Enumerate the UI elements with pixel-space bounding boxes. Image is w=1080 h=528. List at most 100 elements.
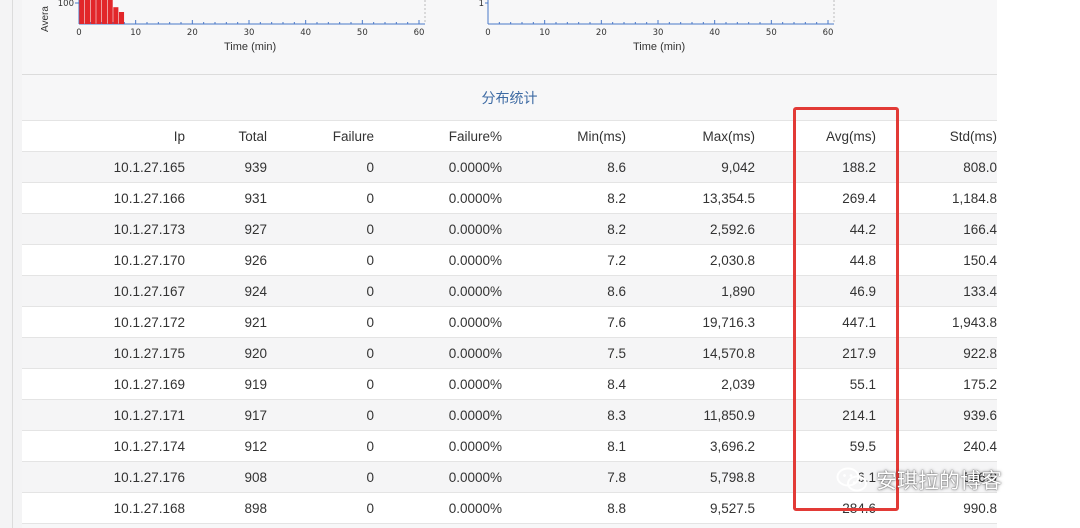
- cell-std: 1,184.8: [876, 182, 997, 214]
- cell-max: 2,030.8: [626, 244, 755, 276]
- table-header-row: Ip Total Failure Failure% Min(ms) Max(ms…: [22, 120, 997, 152]
- cell-failure: 0: [267, 213, 374, 245]
- cell-min: 7.8: [502, 461, 626, 493]
- cell-max: 9,527.5: [626, 492, 755, 524]
- cell-failure-percent: 0.0000%: [374, 244, 502, 276]
- cell-min: 8.8: [502, 492, 626, 524]
- cell-failure: 0: [267, 182, 374, 214]
- chart1-x-tick-label: 20: [187, 28, 198, 38]
- header-std[interactable]: Std(ms): [876, 120, 997, 152]
- cell-ip: 10.1.27.166: [22, 182, 185, 214]
- wechat-icon: [836, 467, 867, 492]
- cell-failure-percent: 0.0000%: [374, 461, 502, 493]
- left-divider: [12, 0, 13, 528]
- cell-failure: 0: [267, 399, 374, 431]
- header-failure-percent[interactable]: Failure%: [374, 120, 502, 152]
- cell-avg: 59.5: [755, 430, 876, 462]
- table-row: 10.1.27.174 912 0 0.0000% 8.1 3,696.2 59.5 240.…: [22, 430, 997, 462]
- cell-total: 920: [185, 337, 267, 369]
- table-row: 10.1.27.167 924 0 0.0000% 8.6 1,890 46.9 133.4: [22, 275, 997, 307]
- chart2-x-tick-label: 20: [596, 28, 607, 38]
- cell-min: 8.1: [502, 430, 626, 462]
- cell-failure: 0: [267, 430, 374, 462]
- cell-min: 8.2: [502, 182, 626, 214]
- cell-total: 908: [185, 461, 267, 493]
- chart2-x-tick-label: 60: [823, 28, 834, 38]
- chart1-x-tick-label: 40: [300, 28, 311, 38]
- cell-avg: 55.1: [755, 368, 876, 400]
- cell-failure-percent: 0.0000%: [374, 368, 502, 400]
- chart1-minor-ticks: [78, 20, 420, 24]
- cell-max: 11,850.9: [626, 399, 755, 431]
- cell-ip: 10.1.27.165: [22, 151, 185, 183]
- chart2-x-tick-label: 0: [485, 28, 490, 38]
- cell-failure: 0: [267, 368, 374, 400]
- chart1-bar: [90, 0, 96, 24]
- cell-avg: 447.1: [755, 306, 876, 338]
- cell-std: 939.6: [876, 399, 997, 431]
- chart2-x-axis-title: Time (min): [633, 41, 686, 53]
- cell-avg: 44.2: [755, 213, 876, 245]
- cell-min: 7.6: [502, 306, 626, 338]
- cell-ip: 10.1.27.175: [22, 337, 185, 369]
- cell-failure-percent: 0.0000%: [374, 492, 502, 524]
- cell-min: 8.2: [502, 213, 626, 245]
- cell-avg: 188.2: [755, 151, 876, 183]
- cell-failure: 0: [267, 492, 374, 524]
- cell-std: 240.4: [876, 430, 997, 462]
- cell-total: 921: [185, 306, 267, 338]
- cell-std: 808.0: [876, 151, 997, 183]
- cell-min: 8.6: [502, 275, 626, 307]
- cell-failure: 0: [267, 151, 374, 183]
- table-row: 10.1.27.171 917 0 0.0000% 8.3 11,850.9 214.1 93…: [22, 399, 997, 431]
- header-total[interactable]: Total: [185, 120, 267, 152]
- cell-max: 13,354.5: [626, 182, 755, 214]
- header-max[interactable]: Max(ms): [626, 120, 755, 152]
- chart1-bar: [101, 0, 108, 24]
- section-divider: [22, 74, 997, 75]
- cell-total: 919: [185, 368, 267, 400]
- header-ip[interactable]: Ip: [22, 120, 185, 152]
- chart2-x-tick-label: 50: [766, 28, 777, 38]
- chart2-x-tick-label: 10: [539, 28, 550, 38]
- header-failure[interactable]: Failure: [267, 120, 374, 152]
- chart1-bars: [79, 0, 125, 24]
- cell-failure: 0: [267, 337, 374, 369]
- cell-failure: 0: [267, 306, 374, 338]
- chart1-plot: 100 0 10 20 30 40 50 60: [58, 0, 426, 38]
- cell-min: 8.4: [502, 368, 626, 400]
- cell-failure-percent: 0.0000%: [374, 337, 502, 369]
- watermark-text: 安琪拉的博客: [876, 469, 1002, 493]
- header-avg[interactable]: Avg(ms): [755, 120, 876, 152]
- chart1-x-tick-label: 0: [76, 28, 81, 38]
- cell-failure-percent: 0.0000%: [374, 306, 502, 338]
- charts-strip: Avera 100 0 10 20 30 40 50 60 Time (min) 1 0 10…: [0, 0, 1080, 62]
- cell-failure: 0: [267, 461, 374, 493]
- table-row: 10.1.27.166 931 0 0.0000% 8.2 13,354.5 269.4 1,…: [22, 182, 997, 214]
- cell-min: 8.6: [502, 151, 626, 183]
- chart1-bar: [79, 0, 85, 24]
- cell-max: 2,039: [626, 368, 755, 400]
- cell-max: 19,716.3: [626, 306, 755, 338]
- cell-avg: 269.4: [755, 182, 876, 214]
- cell-ip: 10.1.27.170: [22, 244, 185, 276]
- header-min[interactable]: Min(ms): [502, 120, 626, 152]
- cell-min: 7.5: [502, 337, 626, 369]
- chart1-x-tick-label: 30: [244, 28, 255, 38]
- chart1-bar: [113, 7, 119, 24]
- cell-total: 931: [185, 182, 267, 214]
- table-row: 10.1.27.165 939 0 0.0000% 8.6 9,042 188.2 808.0: [22, 151, 997, 183]
- chart1-bar: [84, 0, 91, 24]
- table-row: 10.1.27.170 926 0 0.0000% 7.2 2,030.8 44.8 150.…: [22, 244, 997, 276]
- cell-ip: 10.1.27.169: [22, 368, 185, 400]
- table-row: 10.1.27.173 927 0 0.0000% 8.2 2,592.6 44.2 166.…: [22, 213, 997, 245]
- chart1-bar: [118, 12, 125, 24]
- chart1-x-ticks: 0 10 20 30 40 50 60: [76, 28, 424, 38]
- cell-avg: 44.8: [755, 244, 876, 276]
- cell-std: 133.4: [876, 275, 997, 307]
- cell-total: 917: [185, 399, 267, 431]
- right-blank-area: [997, 0, 1080, 528]
- chart2-x-ticks: 0 10 20 30 40 50 60: [485, 28, 833, 38]
- cell-max: 14,570.8: [626, 337, 755, 369]
- cell-ip: 10.1.27.172: [22, 306, 185, 338]
